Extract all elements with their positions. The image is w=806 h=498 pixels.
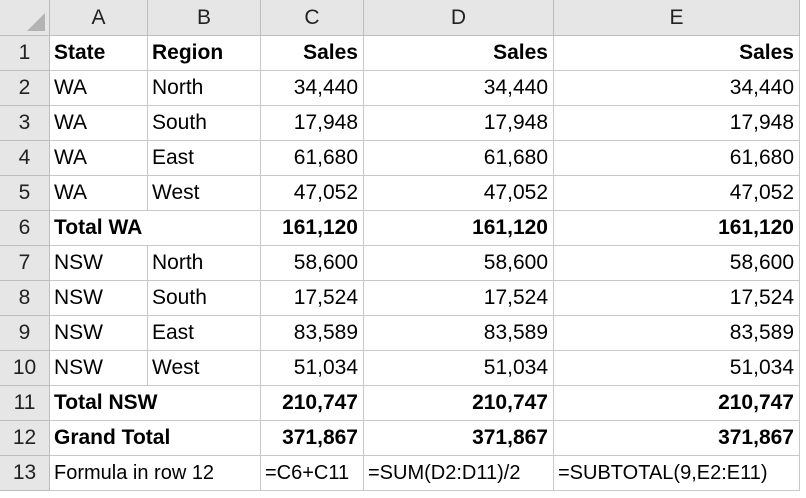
row-header-6[interactable]: 6	[0, 211, 50, 246]
cell-c12[interactable]: 371,867	[261, 421, 364, 456]
cell-b6[interactable]	[148, 211, 261, 246]
row-header-4[interactable]: 4	[0, 141, 50, 176]
cell-b10[interactable]: West	[148, 351, 261, 386]
cell-d5[interactable]: 47,052	[364, 176, 554, 211]
row-header-5[interactable]: 5	[0, 176, 50, 211]
row-header-12[interactable]: 12	[0, 421, 50, 456]
cell-a13[interactable]: Formula in row 12	[50, 456, 214, 491]
row-header-3[interactable]: 3	[0, 106, 50, 141]
cell-b11[interactable]	[148, 386, 261, 421]
cell-c6[interactable]: 161,120	[261, 211, 364, 246]
cell-e5[interactable]: 47,052	[554, 176, 800, 211]
cell-e11[interactable]: 210,747	[554, 386, 800, 421]
column-header-d[interactable]: D	[364, 0, 554, 36]
row-header-7[interactable]: 7	[0, 246, 50, 281]
row-header-1[interactable]: 1	[0, 36, 50, 71]
cell-d8[interactable]: 17,524	[364, 281, 554, 316]
spreadsheet-grid: A B C D E 1 State Region Sales Sales Sales 2 WA…	[0, 0, 806, 498]
cell-a4[interactable]: WA	[50, 141, 148, 176]
cell-d3[interactable]: 17,948	[364, 106, 554, 141]
cell-c7[interactable]: 58,600	[261, 246, 364, 281]
cell-c2[interactable]: 34,440	[261, 71, 364, 106]
cell-a10[interactable]: NSW	[50, 351, 148, 386]
cell-b8[interactable]: South	[148, 281, 261, 316]
cell-e12[interactable]: 371,867	[554, 421, 800, 456]
cell-a3[interactable]: WA	[50, 106, 148, 141]
cell-b5[interactable]: West	[148, 176, 261, 211]
cell-c3[interactable]: 17,948	[261, 106, 364, 141]
cell-a8[interactable]: NSW	[50, 281, 148, 316]
cell-d2[interactable]: 34,440	[364, 71, 554, 106]
cell-a5[interactable]: WA	[50, 176, 148, 211]
select-all-triangle-icon	[27, 13, 45, 31]
cell-c13[interactable]: =C6+C11	[261, 456, 364, 491]
cell-e13[interactable]: =SUBTOTAL(9,E2:E11)	[554, 456, 800, 491]
cell-e7[interactable]: 58,600	[554, 246, 800, 281]
cell-a6[interactable]: Total WA	[50, 211, 148, 246]
row-header-11[interactable]: 11	[0, 386, 50, 421]
cell-c8[interactable]: 17,524	[261, 281, 364, 316]
row-header-10[interactable]: 10	[0, 351, 50, 386]
cell-c1[interactable]: Sales	[261, 36, 364, 71]
cell-b3[interactable]: South	[148, 106, 261, 141]
cell-b1[interactable]: Region	[148, 36, 261, 71]
cell-c9[interactable]: 83,589	[261, 316, 364, 351]
cell-b7[interactable]: North	[148, 246, 261, 281]
cell-e4[interactable]: 61,680	[554, 141, 800, 176]
cell-d1[interactable]: Sales	[364, 36, 554, 71]
row-header-13[interactable]: 13	[0, 456, 50, 491]
cell-d9[interactable]: 83,589	[364, 316, 554, 351]
cell-d6[interactable]: 161,120	[364, 211, 554, 246]
cell-b9[interactable]: East	[148, 316, 261, 351]
cell-d7[interactable]: 58,600	[364, 246, 554, 281]
cell-d10[interactable]: 51,034	[364, 351, 554, 386]
column-header-c[interactable]: C	[261, 0, 364, 36]
column-header-b[interactable]: B	[148, 0, 261, 36]
cell-e10[interactable]: 51,034	[554, 351, 800, 386]
cell-a12[interactable]: Grand Total	[50, 421, 170, 456]
cell-a1[interactable]: State	[50, 36, 148, 71]
cell-d11[interactable]: 210,747	[364, 386, 554, 421]
cell-e1[interactable]: Sales	[554, 36, 800, 71]
cell-e8[interactable]: 17,524	[554, 281, 800, 316]
cell-a2[interactable]: WA	[50, 71, 148, 106]
cell-e3[interactable]: 17,948	[554, 106, 800, 141]
row-header-9[interactable]: 9	[0, 316, 50, 351]
cell-c11[interactable]: 210,747	[261, 386, 364, 421]
cell-d12[interactable]: 371,867	[364, 421, 554, 456]
cell-c4[interactable]: 61,680	[261, 141, 364, 176]
cell-b2[interactable]: North	[148, 71, 261, 106]
column-header-a[interactable]: A	[50, 0, 148, 36]
cell-d13[interactable]: =SUM(D2:D11)/2	[364, 456, 554, 491]
select-all-corner[interactable]	[0, 0, 50, 36]
cell-c10[interactable]: 51,034	[261, 351, 364, 386]
cell-e6[interactable]: 161,120	[554, 211, 800, 246]
cell-a7[interactable]: NSW	[50, 246, 148, 281]
cell-a9[interactable]: NSW	[50, 316, 148, 351]
row-header-8[interactable]: 8	[0, 281, 50, 316]
cell-c5[interactable]: 47,052	[261, 176, 364, 211]
column-header-e[interactable]: E	[554, 0, 800, 36]
cell-a11[interactable]: Total NSW	[50, 386, 157, 421]
cell-e2[interactable]: 34,440	[554, 71, 800, 106]
cell-e9[interactable]: 83,589	[554, 316, 800, 351]
cell-d4[interactable]: 61,680	[364, 141, 554, 176]
cell-b4[interactable]: East	[148, 141, 261, 176]
row-header-2[interactable]: 2	[0, 71, 50, 106]
